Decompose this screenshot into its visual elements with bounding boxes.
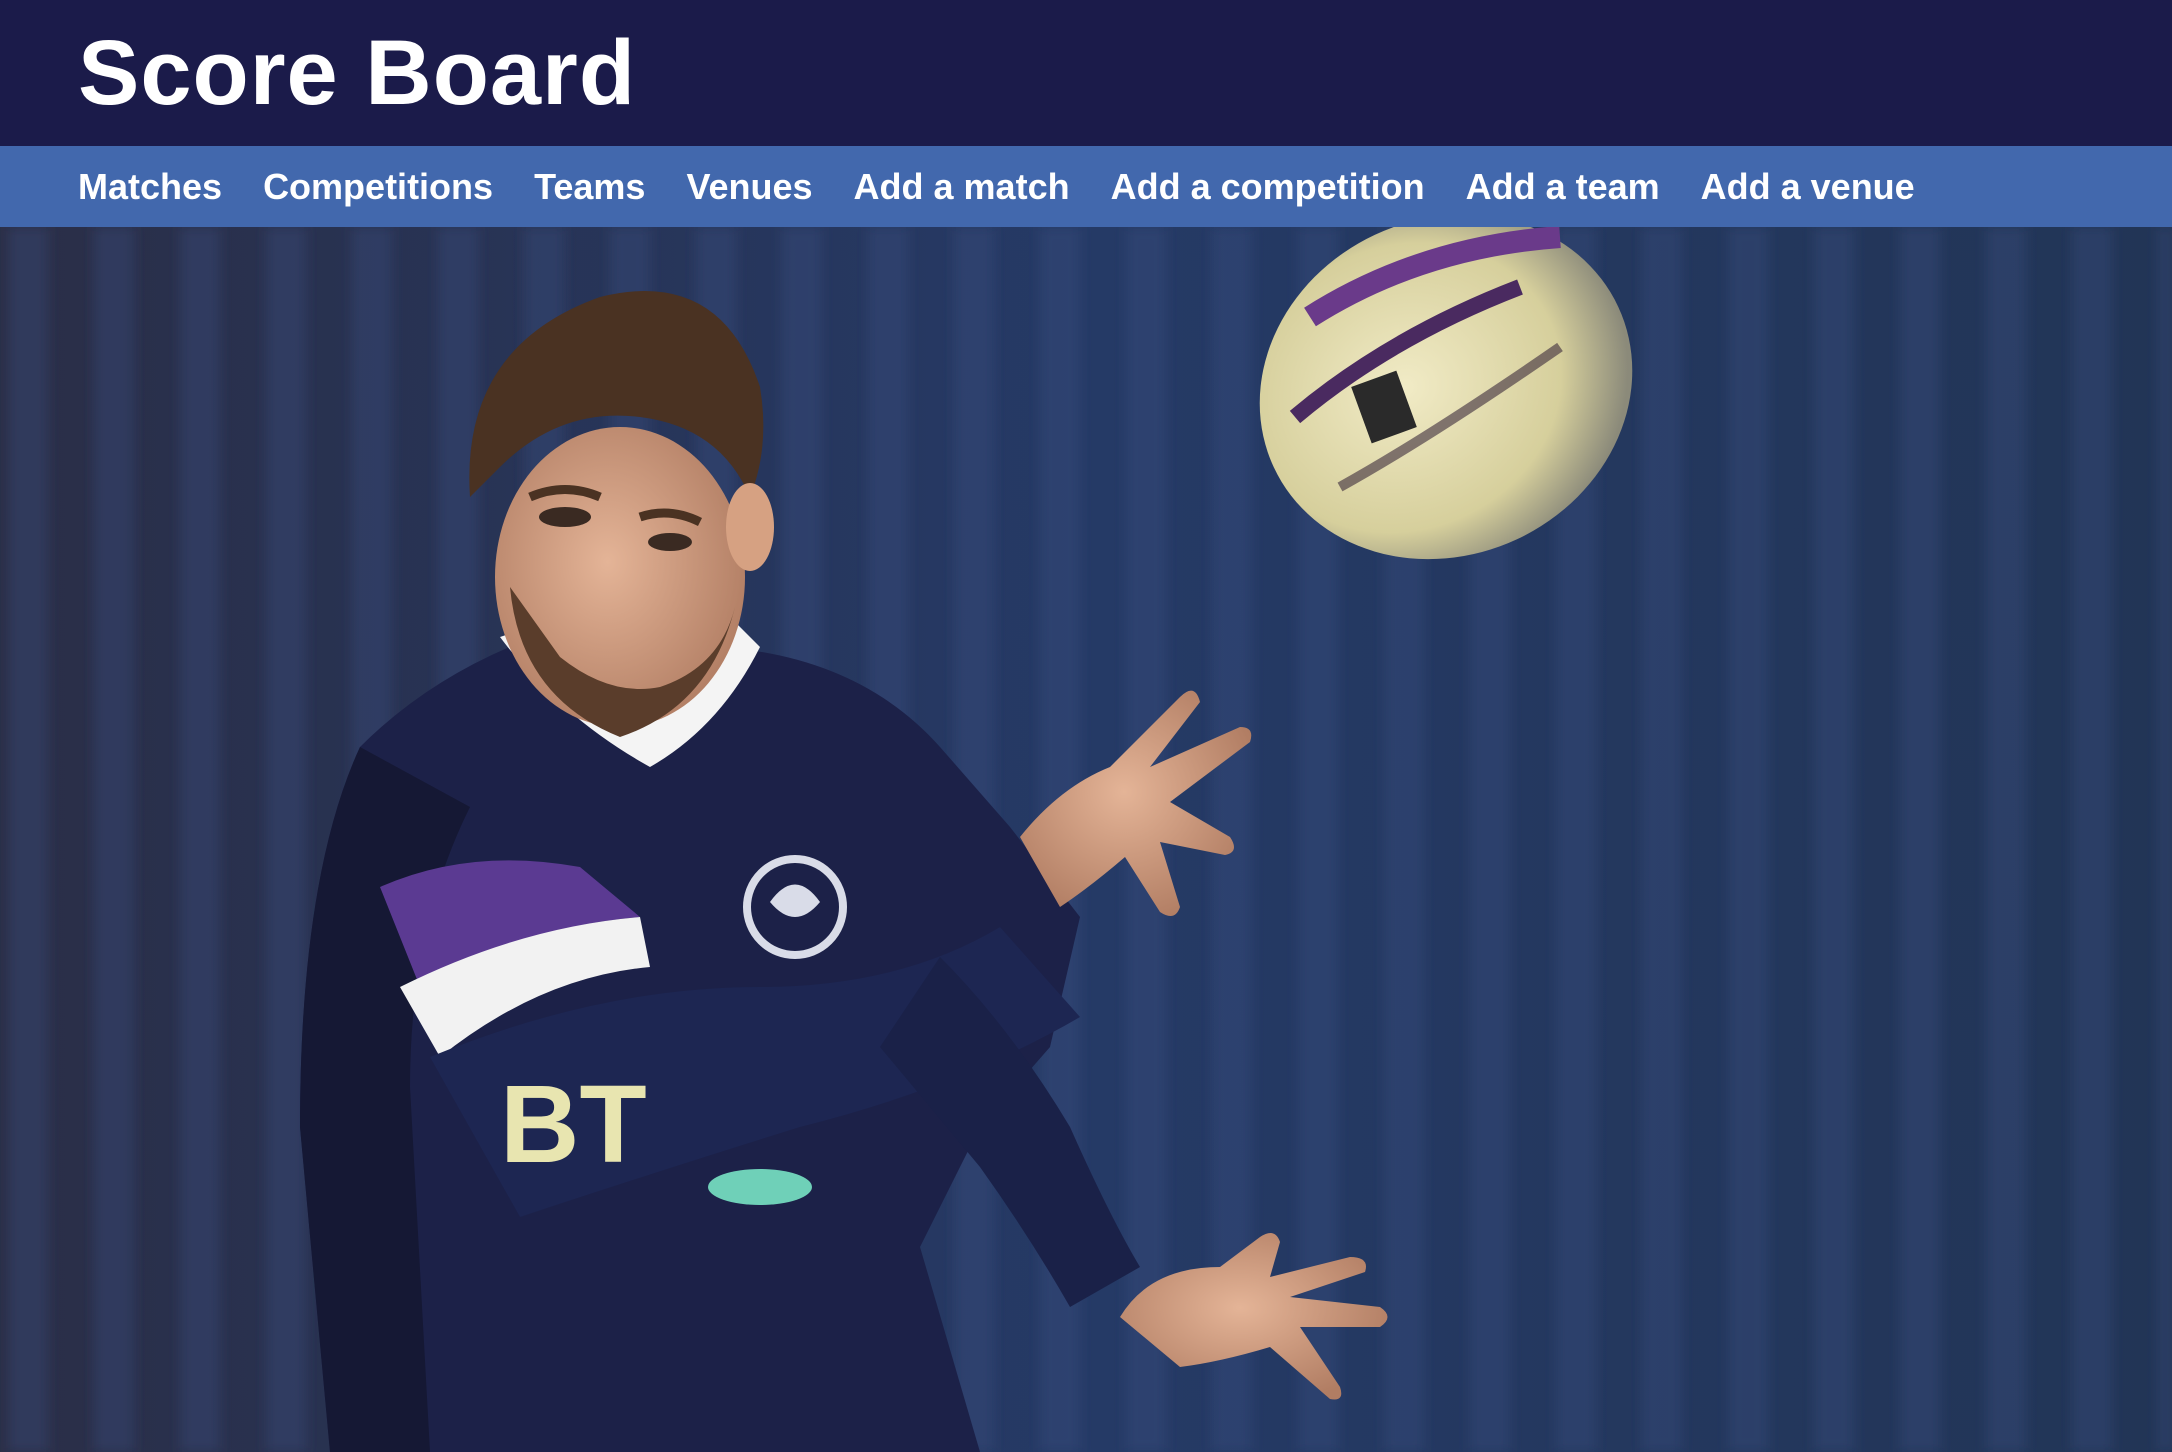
- hero-image: BT: [0, 227, 2172, 1452]
- main-nav: Matches Competitions Teams Venues Add a …: [0, 146, 2172, 227]
- site-title: Score Board: [78, 22, 637, 124]
- nav-link-add-match[interactable]: Add a match: [854, 166, 1070, 208]
- nav-link-competitions[interactable]: Competitions: [263, 166, 493, 208]
- nav-link-venues[interactable]: Venues: [686, 166, 812, 208]
- site-header: Score Board: [0, 0, 2172, 146]
- nav-link-add-venue[interactable]: Add a venue: [1701, 166, 1915, 208]
- nav-link-teams[interactable]: Teams: [534, 166, 645, 208]
- nav-link-add-competition[interactable]: Add a competition: [1111, 166, 1425, 208]
- nav-link-add-team[interactable]: Add a team: [1466, 166, 1660, 208]
- rugby-player-photo: BT: [0, 227, 2172, 1452]
- sponsor-swoosh-icon: [708, 1169, 812, 1205]
- nav-link-matches[interactable]: Matches: [78, 166, 222, 208]
- sponsor-logo: BT: [500, 1063, 647, 1186]
